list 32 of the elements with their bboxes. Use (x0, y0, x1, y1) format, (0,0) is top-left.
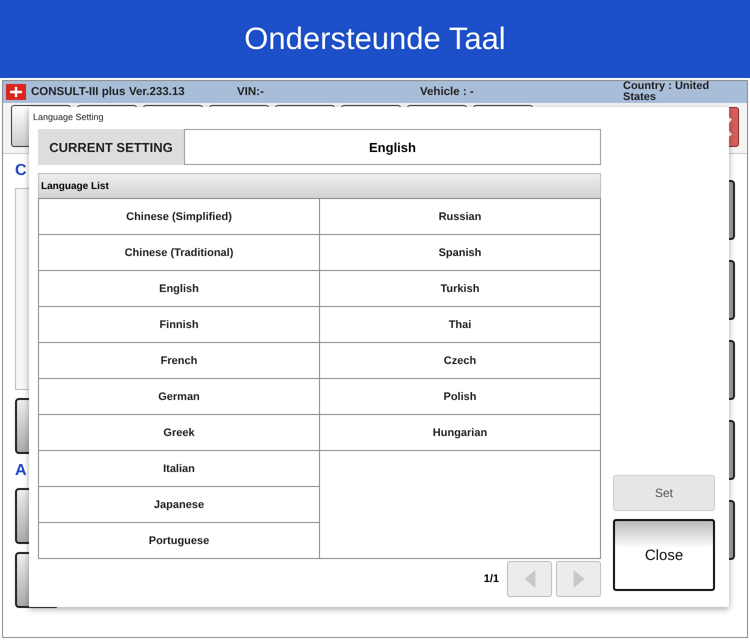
page-indicator: 1/1 (484, 573, 499, 585)
section-heading: C (15, 162, 28, 180)
vin-label: VIN:- (237, 86, 265, 98)
language-item[interactable]: Chinese (Simplified) (39, 199, 320, 235)
language-item[interactable]: Thai (320, 307, 601, 343)
language-item[interactable]: English (39, 271, 320, 307)
language-item[interactable]: Polish (320, 379, 601, 415)
language-item[interactable]: German (39, 379, 320, 415)
dialog-title: Language Setting (32, 111, 105, 124)
language-item[interactable]: Finnish (39, 307, 320, 343)
section-heading: A (15, 462, 28, 480)
language-item[interactable]: Czech (320, 343, 601, 379)
logo-icon (6, 84, 26, 100)
banner-title: Ondersteunde Taal (244, 21, 506, 57)
current-setting-value: English (184, 129, 601, 165)
vehicle-label: Vehicle : - (420, 86, 475, 98)
close-button[interactable]: Close (613, 519, 715, 591)
language-item[interactable]: Italian (39, 451, 320, 487)
language-item[interactable]: Greek (39, 415, 320, 451)
list-header: Language List (38, 173, 601, 198)
language-item[interactable]: Hungarian (320, 415, 601, 451)
language-item[interactable]: Russian (320, 199, 601, 235)
language-item[interactable]: Portuguese (39, 523, 320, 559)
language-item[interactable]: French (39, 343, 320, 379)
language-item[interactable]: Spanish (320, 235, 601, 271)
version-label: Ver.233.13 (129, 86, 186, 98)
country-label: Country : United States (623, 81, 710, 103)
language-item[interactable]: Japanese (39, 487, 320, 523)
current-setting-label: CURRENT SETTING (38, 129, 184, 165)
app-name: CONSULT-III plus (31, 86, 126, 98)
language-item[interactable]: Chinese (Traditional) (39, 235, 320, 271)
language-item[interactable]: Turkish (320, 271, 601, 307)
